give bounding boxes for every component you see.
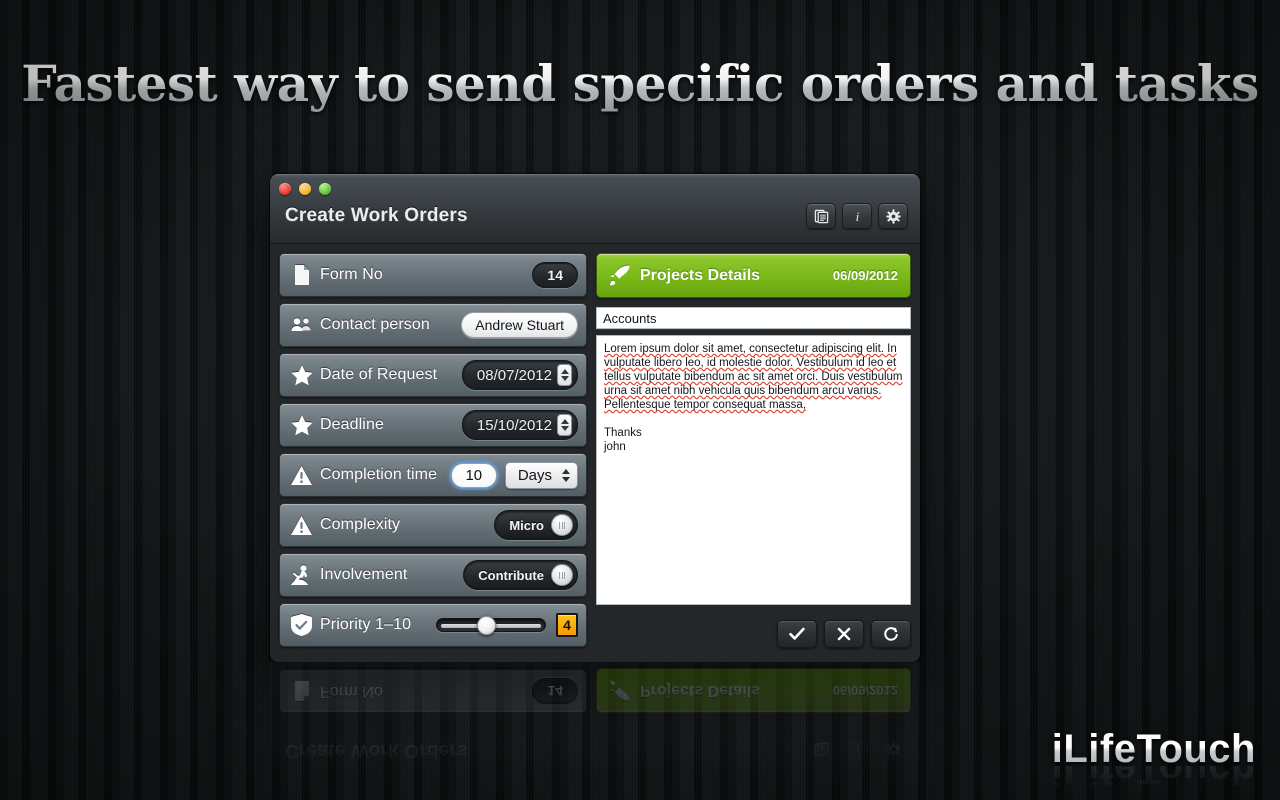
document-icon: [289, 263, 314, 288]
note-signoff-line-2: john: [604, 441, 626, 453]
window-titlebar: Create Work Orders i: [270, 174, 920, 244]
star-icon: [289, 363, 314, 388]
close-window-button[interactable]: [279, 183, 291, 195]
completion-time-unit-select[interactable]: Days: [504, 461, 578, 489]
toggle-knob-icon[interactable]: [551, 514, 573, 536]
contact-person-value[interactable]: Andrew Stuart: [461, 312, 578, 338]
form-row-form-no[interactable]: Form No 14: [279, 253, 587, 297]
form-row-priority[interactable]: Priority 1–10 4: [279, 603, 587, 647]
brand-text-reflection: iLifeTouch: [1051, 766, 1256, 792]
completion-time-input[interactable]: 10: [450, 462, 497, 488]
info-icon: i: [855, 209, 859, 224]
project-details-title: Projects Details: [640, 266, 761, 284]
form-row-deadline[interactable]: Deadline 15/10/2012: [279, 403, 587, 447]
form-row-label: Form No: [320, 266, 383, 283]
form-row-label: Deadline: [320, 416, 384, 433]
form-no-value[interactable]: 14: [532, 262, 578, 288]
subject-input[interactable]: Accounts: [596, 307, 911, 329]
refresh-icon: [884, 626, 898, 641]
involvement-value: Contribute: [478, 567, 544, 583]
info-icon-button[interactable]: i: [842, 203, 872, 229]
toggle-knob-icon[interactable]: [551, 564, 573, 586]
worker-icon: [289, 563, 314, 588]
stepper-arrows-icon[interactable]: [557, 364, 572, 386]
note-textarea[interactable]: Lorem ipsum dolor sit amet, consectetur …: [596, 335, 911, 605]
cancel-button[interactable]: [824, 619, 864, 648]
priority-value-badge: 4: [556, 613, 578, 637]
project-details-actions: [596, 605, 911, 653]
titlebar-actions: i: [806, 203, 908, 229]
form-row-contact-person[interactable]: Contact person Andrew Stuart: [279, 303, 587, 347]
date-of-request-stepper[interactable]: 08/07/2012: [461, 360, 578, 390]
priority-slider[interactable]: [436, 616, 546, 635]
project-details-panel: Projects Details 06/09/2012 Accounts Lor…: [596, 253, 911, 653]
form-row-label: Priority 1–10: [320, 616, 412, 633]
project-details-date: 06/09/2012: [832, 268, 898, 283]
refresh-button[interactable]: [871, 619, 911, 648]
note-signoff-line-1: Thanks: [604, 427, 642, 439]
contacts-icon: [289, 313, 314, 338]
page-title: Create Work Orders: [285, 205, 468, 226]
minimize-window-button[interactable]: [299, 183, 311, 195]
close-icon: [837, 627, 851, 640]
gear-icon: [885, 208, 901, 224]
page-headline: Fastest way to send specific orders and …: [0, 54, 1280, 113]
subject-value: Accounts: [603, 310, 657, 326]
project-details-header: Projects Details 06/09/2012: [596, 253, 911, 298]
form-row-completion-time[interactable]: Completion time 10 Days: [279, 453, 587, 497]
maximize-window-button[interactable]: [319, 183, 331, 195]
deadline-stepper[interactable]: 15/10/2012: [461, 410, 578, 440]
stepper-arrows-icon[interactable]: [557, 414, 572, 436]
star-icon: [289, 413, 314, 438]
rocket-icon: [607, 263, 632, 288]
confirm-button[interactable]: [777, 619, 817, 648]
note-paragraph: Lorem ipsum dolor sit amet, consectetur …: [604, 342, 903, 454]
form-row-label: Involvement: [320, 566, 408, 583]
gear-icon-button[interactable]: [878, 203, 908, 229]
complexity-toggle[interactable]: Micro: [494, 510, 578, 540]
form-row-label: Completion time: [320, 466, 438, 483]
form-row-label: Date of Request: [320, 366, 438, 383]
form-row-label: Complexity: [320, 516, 401, 533]
app-window: Create Work Orders i Form No 14 Contact …: [270, 174, 920, 662]
date-of-request-value: 08/07/2012: [476, 366, 552, 384]
note-paragraph-text: Lorem ipsum dolor sit amet, consectetur …: [604, 343, 903, 411]
complexity-value: Micro: [509, 517, 544, 533]
work-order-form: Form No 14 Contact person Andrew Stuart: [279, 253, 587, 653]
copy-icon: [814, 209, 828, 223]
form-row-complexity[interactable]: Complexity Micro: [279, 503, 587, 547]
completion-time-unit-value: Days: [517, 466, 552, 484]
shield-icon: [289, 613, 314, 638]
form-row-label: Contact person: [320, 316, 430, 333]
brand-wordmark: iLifeTouch iLifeTouch: [1052, 727, 1256, 792]
involvement-toggle[interactable]: Contribute: [463, 560, 578, 590]
warning-icon: [289, 463, 314, 488]
window-controls[interactable]: [279, 183, 331, 195]
deadline-value: 15/10/2012: [476, 416, 552, 434]
copy-icon-button[interactable]: [806, 203, 836, 229]
form-row-involvement[interactable]: Involvement Contribute: [279, 553, 587, 597]
chevron-updown-icon: [562, 468, 570, 482]
form-row-date-of-request[interactable]: Date of Request 08/07/2012: [279, 353, 587, 397]
priority-slider-knob[interactable]: [476, 616, 496, 635]
warning-icon: [289, 513, 314, 538]
note-spacer: [604, 412, 903, 426]
window-body: Form No 14 Contact person Andrew Stuart: [270, 244, 920, 662]
svg-text:i: i: [855, 209, 859, 224]
check-icon: [789, 627, 805, 640]
